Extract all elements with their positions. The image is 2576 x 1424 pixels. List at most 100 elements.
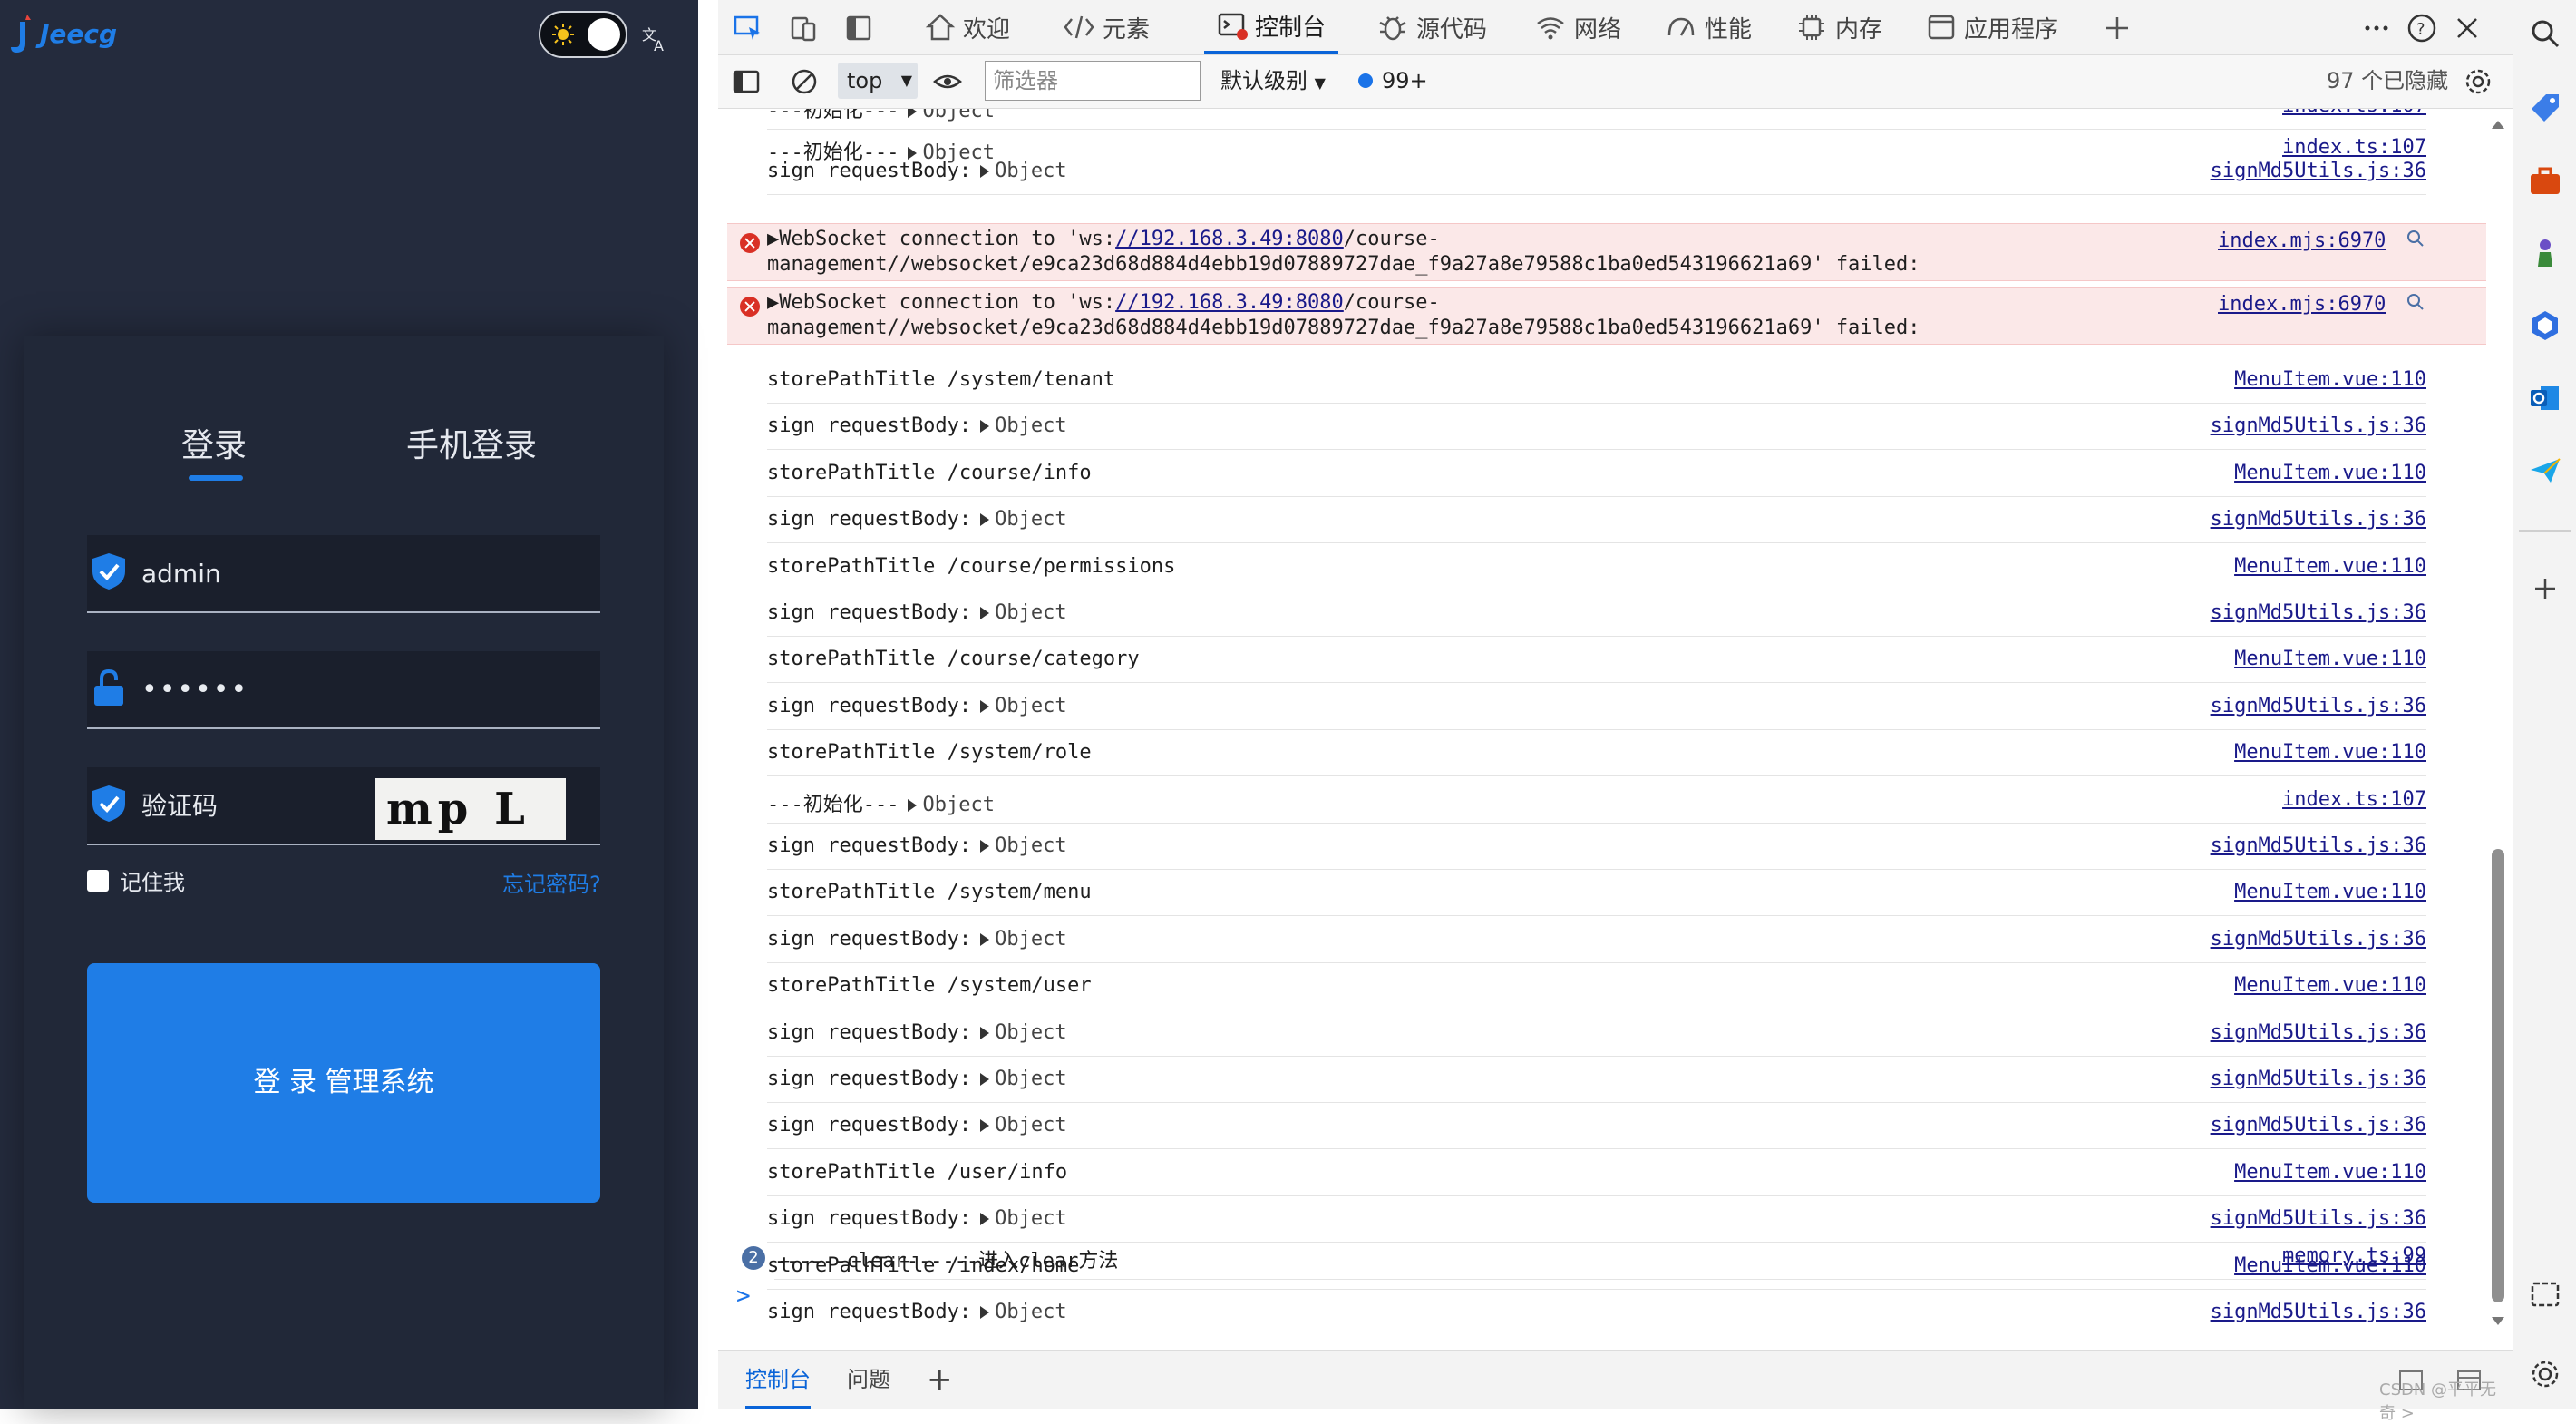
outlook-icon[interactable] bbox=[2528, 381, 2562, 415]
toolbox-icon[interactable] bbox=[2528, 163, 2562, 198]
console-source-link[interactable]: index.ts:107 bbox=[2282, 109, 2426, 117]
scroll-down-icon[interactable] bbox=[2490, 1315, 2506, 1328]
captcha-image[interactable]: mp L Y bbox=[375, 778, 566, 840]
console-source-link[interactable]: signMd5Utils.js:36 bbox=[2211, 1301, 2426, 1323]
console-source-link[interactable]: MenuItem.vue:110 bbox=[2234, 555, 2426, 578]
expand-triangle-icon[interactable] bbox=[980, 1119, 990, 1132]
expand-triangle-icon[interactable] bbox=[980, 1073, 990, 1086]
expand-triangle-icon[interactable] bbox=[980, 1027, 990, 1039]
captcha-field[interactable]: 验证码 mp L Y bbox=[87, 767, 600, 845]
console-source-link[interactable]: signMd5Utils.js:36 bbox=[2211, 508, 2426, 531]
error-source-link[interactable]: index.mjs:6970 bbox=[2218, 229, 2386, 252]
screenshot-icon[interactable] bbox=[2528, 1277, 2562, 1312]
remember-me[interactable]: 记住我 bbox=[87, 864, 185, 896]
console-source-link[interactable]: signMd5Utils.js:36 bbox=[2211, 1021, 2426, 1044]
add-tab-icon[interactable] bbox=[2102, 13, 2133, 44]
tab-phone-login[interactable]: 手机登录 bbox=[406, 419, 537, 466]
console-source-link[interactable]: signMd5Utils.js:36 bbox=[2211, 1114, 2426, 1136]
search-icon[interactable] bbox=[2406, 229, 2425, 248]
tab-memory[interactable]: 内存 bbox=[1795, 0, 1882, 54]
console-row: sign requestBody: Object signMd5Utils.js:3… bbox=[767, 921, 2426, 963]
console-source-link[interactable]: signMd5Utils.js:36 bbox=[2211, 928, 2426, 951]
search-icon[interactable] bbox=[2528, 16, 2562, 51]
dock-side-icon[interactable] bbox=[843, 13, 874, 44]
translate-icon[interactable]: 文 A bbox=[640, 24, 669, 53]
console-source-link[interactable]: MenuItem.vue:110 bbox=[2234, 881, 2426, 903]
console-prompt[interactable]: > bbox=[736, 1283, 751, 1310]
sidebar-toggle-icon[interactable] bbox=[731, 66, 762, 97]
console-source-link[interactable]: signMd5Utils.js:36 bbox=[2211, 160, 2426, 182]
console-message: storePathTitle /system/menu bbox=[767, 881, 1092, 903]
console-source-link[interactable]: signMd5Utils.js:36 bbox=[2211, 695, 2426, 717]
expand-triangle-icon[interactable] bbox=[980, 607, 990, 619]
expand-triangle-icon[interactable] bbox=[980, 840, 990, 853]
console-source-link[interactable]: MenuItem.vue:110 bbox=[2234, 648, 2426, 670]
theme-toggle[interactable] bbox=[539, 11, 627, 58]
add-icon[interactable] bbox=[2528, 571, 2562, 606]
console-message: sign requestBody: Object bbox=[767, 834, 1067, 857]
expand-triangle-icon[interactable] bbox=[980, 165, 990, 178]
expand-triangle-icon[interactable] bbox=[980, 933, 990, 946]
settings-gear-icon[interactable] bbox=[2528, 1357, 2562, 1391]
expand-triangle-icon[interactable] bbox=[980, 700, 990, 713]
console-source-link[interactable]: signMd5Utils.js:36 bbox=[2211, 1207, 2426, 1230]
console-source-link[interactable]: signMd5Utils.js:36 bbox=[2211, 834, 2426, 857]
tab-welcome[interactable]: 欢迎 bbox=[925, 0, 1010, 54]
error-url-link[interactable]: //192.168.3.49:8080 bbox=[1115, 228, 1344, 250]
console-source-link[interactable]: MenuItem.vue:110 bbox=[2234, 462, 2426, 484]
tab-application[interactable]: 应用程序 bbox=[1926, 0, 2058, 54]
chess-icon[interactable] bbox=[2528, 236, 2562, 270]
console-source-link[interactable]: memory.ts:99 bbox=[2282, 1244, 2426, 1267]
tab-elements-label: 元素 bbox=[1103, 15, 1151, 44]
close-icon[interactable] bbox=[2452, 13, 2483, 44]
context-select[interactable]: top ▼ bbox=[838, 63, 918, 99]
tab-elements[interactable]: 元素 bbox=[1063, 0, 1150, 54]
console-source-link[interactable]: signMd5Utils.js:36 bbox=[2211, 1068, 2426, 1090]
tab-account-login[interactable]: 登录 bbox=[181, 419, 247, 466]
expand-triangle-icon[interactable] bbox=[908, 799, 918, 812]
drawer-tab-issues[interactable]: 问题 bbox=[847, 1351, 890, 1409]
scroll-up-icon[interactable] bbox=[2490, 118, 2506, 131]
scroll-thumb[interactable] bbox=[2492, 849, 2504, 1302]
expand-triangle-icon[interactable] bbox=[980, 420, 990, 433]
console-source-link[interactable]: index.ts:107 bbox=[2282, 788, 2426, 811]
device-emulation-icon[interactable] bbox=[789, 13, 820, 44]
console-source-link[interactable]: MenuItem.vue:110 bbox=[2234, 1161, 2426, 1184]
more-options-icon[interactable] bbox=[2361, 13, 2392, 44]
drawer-add-tab-button[interactable]: + bbox=[927, 1351, 953, 1409]
log-level-select[interactable]: 默认级别 ▼ bbox=[1220, 63, 1326, 102]
expand-triangle-icon[interactable] bbox=[980, 513, 990, 526]
tab-sources[interactable]: 源代码 bbox=[1376, 0, 1487, 54]
console-source-link[interactable]: MenuItem.vue:110 bbox=[2234, 974, 2426, 997]
help-icon[interactable]: ? bbox=[2406, 13, 2437, 44]
console-source-link[interactable]: signMd5Utils.js:36 bbox=[2211, 601, 2426, 624]
search-icon[interactable] bbox=[2406, 293, 2425, 311]
filter-input[interactable]: 筛选器 bbox=[985, 61, 1201, 101]
tab-console[interactable]: 控制台 bbox=[1204, 0, 1339, 54]
inspect-element-icon[interactable] bbox=[733, 13, 763, 44]
expand-triangle-icon[interactable] bbox=[980, 1306, 990, 1319]
console-source-link[interactable]: MenuItem.vue:110 bbox=[2234, 741, 2426, 764]
forgot-password-link[interactable]: 忘记密码? bbox=[502, 866, 601, 898]
error-source-link[interactable]: index.mjs:6970 bbox=[2218, 293, 2386, 316]
message-count[interactable]: 99+ bbox=[1358, 63, 1428, 99]
live-expression-eye-icon[interactable] bbox=[932, 66, 963, 97]
console-source-link[interactable]: MenuItem.vue:110 bbox=[2234, 368, 2426, 391]
drawer-tab-console[interactable]: 控制台 bbox=[745, 1351, 811, 1409]
console-scrollbar[interactable] bbox=[2484, 118, 2510, 1333]
tag-icon[interactable] bbox=[2528, 91, 2562, 125]
microsoft365-icon[interactable] bbox=[2528, 308, 2562, 343]
clear-console-icon[interactable] bbox=[789, 66, 820, 97]
error-url-link[interactable]: //192.168.3.49:8080 bbox=[1115, 291, 1344, 314]
console-settings-gear-icon[interactable] bbox=[2463, 66, 2493, 97]
username-field[interactable]: admin bbox=[87, 535, 600, 613]
console-source-link[interactable]: signMd5Utils.js:36 bbox=[2211, 415, 2426, 437]
wifi-icon bbox=[1537, 17, 1564, 40]
login-button[interactable]: 登 录 管理系统 bbox=[87, 963, 600, 1203]
remember-checkbox[interactable] bbox=[87, 869, 109, 892]
tab-network[interactable]: 网络 bbox=[1534, 0, 1621, 54]
expand-triangle-icon[interactable] bbox=[980, 1213, 990, 1225]
tab-performance[interactable]: 性能 bbox=[1665, 0, 1752, 54]
send-icon[interactable] bbox=[2528, 454, 2562, 488]
password-field[interactable]: •••••• bbox=[87, 651, 600, 729]
